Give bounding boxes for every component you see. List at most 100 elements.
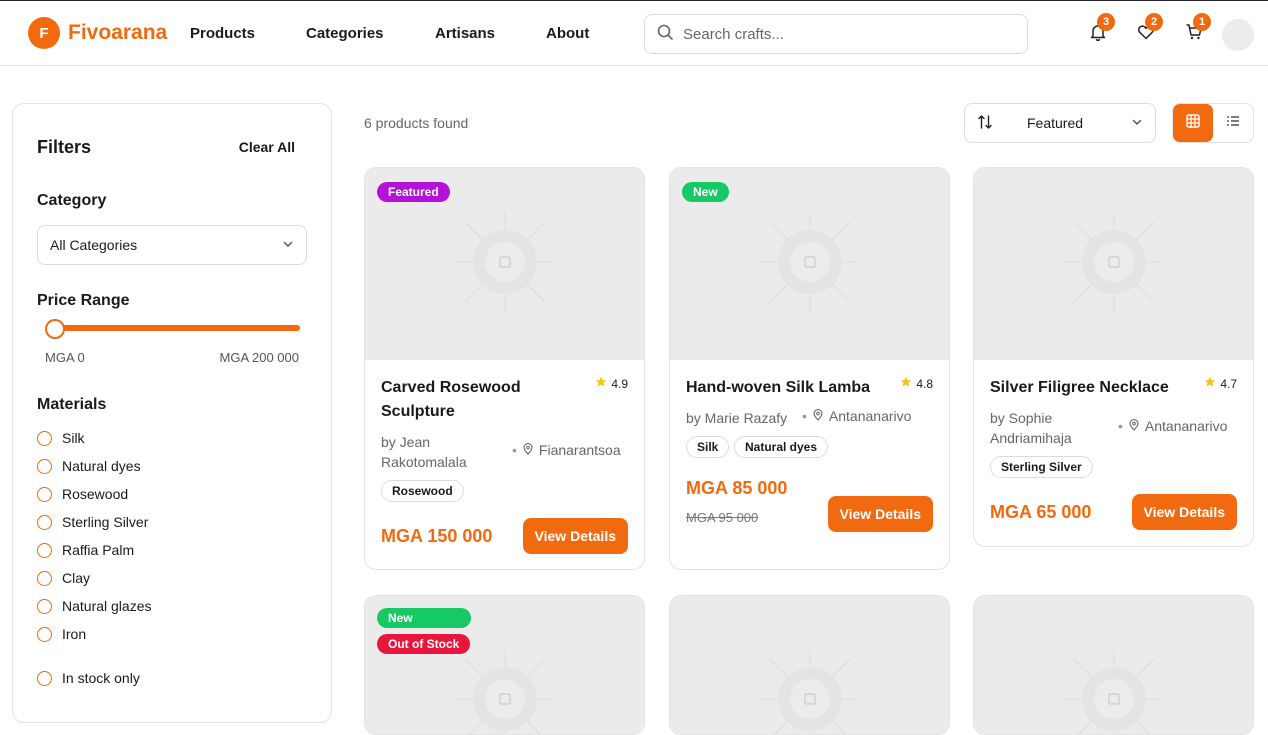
product-location: • Antananarivo bbox=[1118, 418, 1227, 434]
material-option-natural-dyes[interactable]: Natural dyes bbox=[37, 458, 141, 474]
nav-artisans[interactable]: Artisans bbox=[435, 25, 495, 42]
notifications-badge: 3 bbox=[1097, 13, 1115, 31]
product-card[interactable] bbox=[669, 595, 950, 735]
product-title[interactable]: Carved Rosewood Sculpture bbox=[381, 376, 586, 424]
category-select[interactable]: All Categories bbox=[37, 225, 307, 265]
sort-value: Featured bbox=[1027, 115, 1083, 131]
sort-select[interactable]: Featured bbox=[964, 103, 1156, 143]
product-image-placeholder bbox=[670, 596, 949, 735]
product-price: MGA 85 000 bbox=[686, 478, 787, 498]
search-bar bbox=[644, 14, 1028, 54]
product-card[interactable]: New Hand-woven Silk Lamba 4.8 by Marie R… bbox=[669, 167, 950, 570]
price-min-label: MGA 0 bbox=[45, 350, 85, 365]
map-pin-icon bbox=[1128, 418, 1140, 434]
price-slider-thumb[interactable] bbox=[45, 319, 65, 339]
search-input[interactable] bbox=[683, 26, 1003, 43]
price-slider-track[interactable] bbox=[55, 325, 300, 331]
image-placeholder-icon bbox=[750, 639, 870, 735]
notifications-button[interactable]: 3 bbox=[1087, 23, 1109, 45]
radio-indicator bbox=[37, 487, 52, 502]
material-option-silk[interactable]: Silk bbox=[37, 430, 85, 446]
artisan-name: by Marie Razafy bbox=[686, 408, 787, 428]
category-title: Category bbox=[37, 192, 106, 210]
star-icon bbox=[900, 376, 912, 391]
nav-categories[interactable]: Categories bbox=[306, 25, 384, 42]
material-chip: Sterling Silver bbox=[990, 456, 1093, 478]
wishlist-button[interactable]: 2 bbox=[1135, 23, 1157, 45]
category-select-value: All Categories bbox=[50, 237, 137, 253]
rating-value: 4.9 bbox=[611, 377, 628, 391]
product-title[interactable]: Hand-woven Silk Lamba bbox=[686, 376, 896, 400]
grid-view-button[interactable] bbox=[1173, 104, 1213, 142]
list-view-button[interactable] bbox=[1213, 104, 1253, 142]
brand-name: Fivoarana bbox=[68, 21, 167, 45]
product-card[interactable] bbox=[973, 595, 1254, 735]
material-chip: Silk bbox=[686, 436, 729, 458]
new-badge: New bbox=[377, 608, 471, 628]
product-image-placeholder: New bbox=[670, 168, 949, 360]
material-label: Iron bbox=[62, 626, 86, 642]
material-option-sterling-silver[interactable]: Sterling Silver bbox=[37, 514, 148, 530]
product-price: MGA 65 000 bbox=[990, 498, 1091, 526]
product-price: MGA 150 000 bbox=[381, 522, 492, 550]
material-label: Sterling Silver bbox=[62, 514, 148, 530]
material-option-rosewood[interactable]: Rosewood bbox=[37, 486, 128, 502]
radio-indicator bbox=[37, 571, 52, 586]
original-price: MGA 95 000 bbox=[686, 510, 758, 525]
material-option-clay[interactable]: Clay bbox=[37, 570, 90, 586]
image-placeholder-icon bbox=[750, 202, 870, 327]
nav-products[interactable]: Products bbox=[190, 25, 255, 42]
product-rating: 4.9 bbox=[595, 376, 628, 391]
radio-indicator bbox=[37, 543, 52, 558]
radio-indicator bbox=[37, 431, 52, 446]
product-card[interactable]: Featured Carved Rosewood Sculpture 4.9 b… bbox=[364, 167, 645, 570]
in-stock-only-option[interactable]: In stock only bbox=[37, 670, 140, 686]
product-rating: 4.8 bbox=[900, 376, 933, 391]
new-badge: New bbox=[682, 182, 729, 202]
view-details-button[interactable]: View Details bbox=[1132, 494, 1237, 530]
avatar[interactable] bbox=[1222, 19, 1254, 51]
radio-indicator bbox=[37, 515, 52, 530]
brand-logo[interactable]: F Fivoarana bbox=[28, 17, 167, 49]
material-option-natural-glazes[interactable]: Natural glazes bbox=[37, 598, 152, 614]
radio-indicator bbox=[37, 459, 52, 474]
view-details-button[interactable]: View Details bbox=[523, 518, 628, 554]
filters-panel: Filters Clear All Category All Categorie… bbox=[12, 103, 332, 723]
material-chip: Natural dyes bbox=[734, 436, 828, 458]
view-details-button[interactable]: View Details bbox=[828, 496, 933, 532]
product-image-placeholder bbox=[974, 596, 1253, 735]
product-image-placeholder: Featured bbox=[365, 168, 644, 360]
artisan-name: by Jean Rakotomalala bbox=[381, 432, 491, 472]
product-card[interactable]: Silver Filigree Necklace 4.7 by Sophie A… bbox=[973, 167, 1254, 547]
filters-title: Filters bbox=[37, 137, 91, 158]
materials-title: Materials bbox=[37, 396, 106, 414]
product-rating: 4.7 bbox=[1204, 376, 1237, 391]
price-range-title: Price Range bbox=[37, 292, 129, 310]
radio-indicator bbox=[37, 627, 52, 642]
product-location: • Antananarivo bbox=[802, 408, 911, 424]
clear-all-button[interactable]: Clear All bbox=[239, 139, 295, 155]
star-icon bbox=[595, 376, 607, 391]
artisan-name: by Sophie Andriamihaja bbox=[990, 408, 1110, 448]
grid-icon bbox=[1185, 113, 1201, 134]
material-label: Natural dyes bbox=[62, 458, 141, 474]
out-of-stock-badge: Out of Stock bbox=[377, 634, 470, 654]
material-option-iron[interactable]: Iron bbox=[37, 626, 86, 642]
image-placeholder-icon bbox=[1054, 639, 1174, 735]
material-chip: Rosewood bbox=[381, 480, 464, 502]
cart-badge: 1 bbox=[1193, 13, 1211, 31]
results-count: 6 products found bbox=[364, 115, 468, 131]
map-pin-icon bbox=[522, 442, 534, 458]
material-option-raffia-palm[interactable]: Raffia Palm bbox=[37, 542, 134, 558]
radio-indicator bbox=[37, 599, 52, 614]
product-title[interactable]: Silver Filigree Necklace bbox=[990, 376, 1200, 400]
list-icon bbox=[1225, 113, 1241, 134]
material-label: Raffia Palm bbox=[62, 542, 134, 558]
material-label: Silk bbox=[62, 430, 85, 446]
material-label: Natural glazes bbox=[62, 598, 152, 614]
price-max-label: MGA 200 000 bbox=[220, 350, 300, 365]
nav-about[interactable]: About bbox=[546, 25, 589, 42]
cart-button[interactable]: 1 bbox=[1183, 23, 1205, 45]
product-card[interactable]: New Out of Stock bbox=[364, 595, 645, 735]
location-text: Antananarivo bbox=[829, 408, 912, 424]
